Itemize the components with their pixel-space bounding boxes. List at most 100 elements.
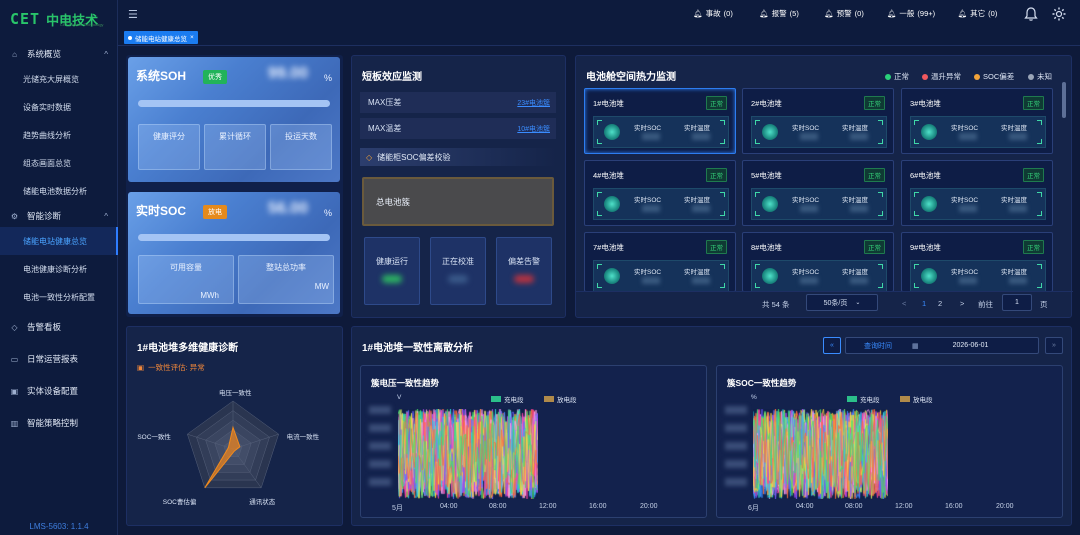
x-tick-label: 20:00 [640, 503, 658, 510]
sidebar-group-strategy-control[interactable]: ▥ 智能策略控制 [0, 407, 118, 439]
soc-value [959, 205, 977, 212]
legend-dot [922, 73, 928, 80]
stat-label: 整站总功率 [266, 263, 306, 272]
soc-value [959, 277, 977, 284]
next-page-button[interactable]: > [960, 299, 964, 308]
page-size-value: 50条/页 [823, 299, 848, 307]
first-date-button[interactable]: « [823, 337, 841, 354]
chevron-up-icon: ^ [104, 211, 108, 221]
corner-mark [755, 139, 760, 144]
temp-label: 实时温度 [1001, 125, 1027, 132]
alarm-alert-button[interactable]: 🔔︎ 报警 (5) [750, 5, 808, 22]
corner-mark [914, 211, 919, 216]
status-label: 正在校准 [442, 257, 474, 266]
scrollbar[interactable] [1062, 82, 1066, 118]
last-date-button[interactable]: » [1045, 337, 1063, 354]
sidebar-item-trend-curve[interactable]: 趋势曲线分析 [0, 121, 118, 149]
status-deviation-alarm: 偏差告警 [496, 237, 552, 305]
sidebar-item-realtime-data[interactable]: 设备实时数据 [0, 93, 118, 121]
legend-dot [1028, 73, 1034, 80]
cell-detail: 实时SOC 实时温度 [593, 188, 729, 220]
soc-value [642, 277, 660, 284]
corner-mark [720, 192, 725, 197]
settings-gear-icon[interactable] [1051, 6, 1067, 25]
tab-station-health[interactable]: 储能电站健康总览 × [124, 31, 198, 44]
page-2-button[interactable]: 2 [938, 299, 942, 308]
goto-label: 前往 [978, 300, 993, 309]
heatmap-cell[interactable]: 3#电池堆 正常 实时SOC 实时温度 [901, 88, 1053, 154]
legend-label: 正常 [894, 72, 909, 81]
battery-icon [921, 268, 937, 284]
corner-mark [597, 283, 602, 288]
soc-unit: % [324, 208, 333, 218]
soc-label: 实时SOC [634, 269, 662, 276]
cell-status-badge: 正常 [706, 96, 727, 110]
page-size-select[interactable]: 50条/页 ⌄ [806, 294, 878, 311]
sidebar-item-battery-analysis[interactable]: 储能电池数据分析 [0, 177, 118, 205]
sidebar-item-station-health[interactable]: 储能电站健康总览 [0, 227, 118, 255]
heatmap-cell[interactable]: 5#电池堆 正常 实时SOC 实时温度 [742, 160, 894, 226]
stat-label: 累计循环 [219, 132, 251, 141]
temp-label: 实时温度 [1001, 197, 1027, 204]
status-label: 健康运行 [376, 257, 408, 266]
x-tick-label: 20:00 [996, 503, 1014, 510]
sidebar-group-label: 系统概览 [27, 49, 62, 59]
sidebar-item-consistency-config[interactable]: 电池一致性分析配置 [0, 283, 118, 311]
heatmap-cell[interactable]: 9#电池堆 正常 实时SOC 实时温度 [901, 232, 1053, 292]
stat-label: 可用容量 [170, 263, 202, 272]
page-jump-input[interactable]: 1 [1002, 294, 1032, 311]
max-voltage-diff-link[interactable]: 23#电池簇 [517, 98, 550, 108]
corner-mark [597, 264, 602, 269]
prev-page-button[interactable]: < [902, 299, 906, 308]
page-1-button[interactable]: 1 [922, 299, 926, 308]
heatmap-cell[interactable]: 2#电池堆 正常 实时SOC 实时温度 [742, 88, 894, 154]
heatmap-panel: 电池舱空间热力监测 正常 温升异常 SOC偏差 未知 1#电池堆 正常 实时SOC 实… [575, 55, 1073, 318]
soc-label: 实时SOC [951, 269, 979, 276]
heatmap-cell[interactable]: 1#电池堆 正常 实时SOC 实时温度 [584, 88, 736, 154]
alarm-warning-button[interactable]: 🔔︎ 预警 (0) [815, 5, 873, 22]
cell-status-badge: 正常 [864, 96, 885, 110]
sidebar-item-screen-overview[interactable]: 光储充大屏概览 [0, 65, 118, 93]
cell-name: 5#电池堆 [751, 171, 782, 180]
alarm-other-button[interactable]: 🔔︎ 其它 (0) [947, 5, 1008, 22]
date-picker[interactable]: 查询时间 ▦ 2026-06-01 [845, 337, 1039, 354]
heatmap-cell[interactable]: 8#电池堆 正常 实时SOC 实时温度 [742, 232, 894, 292]
cell-detail: 实时SOC 实时温度 [751, 260, 887, 292]
alarm-accident-button[interactable]: 🔔︎ 事故 (0) [684, 5, 742, 22]
heatmap-cell[interactable]: 6#电池堆 正常 实时SOC 实时温度 [901, 160, 1053, 226]
sidebar-group-smart-diagnosis[interactable]: ⚙ 智能诊断 ^ [0, 205, 118, 227]
soh-stat-cycles: 累计循环 [204, 124, 266, 170]
radar-panel: 1#电池堆多维健康诊断 ▣ 一致性评估: 异常 电压一致性 电流一致性 通讯状态 SO… [126, 326, 343, 526]
heatmap-cell[interactable]: 7#电池堆 正常 实时SOC 实时温度 [584, 232, 736, 292]
battery-icon [762, 196, 778, 212]
alarm-label: 预警 [836, 9, 852, 18]
soc-check-title: 储能柜SOC偏差校验 [377, 152, 451, 162]
sidebar-group-system-overview[interactable]: ⌂ 系统概览 ^ [0, 43, 118, 65]
y-tick-label [369, 478, 391, 486]
notification-bell-icon[interactable] [1023, 6, 1039, 25]
battery-icon [762, 124, 778, 140]
soc-status-badge: 放电 [203, 205, 227, 219]
battery-icon [921, 196, 937, 212]
cell-name: 4#电池堆 [593, 171, 624, 180]
sidebar-item-battery-health[interactable]: 电池健康诊断分析 [0, 255, 118, 283]
sidebar-group-label: 智能策略控制 [27, 418, 79, 428]
sidebar-group-daily-report[interactable]: ▭ 日常运营报表 [0, 343, 118, 375]
corner-mark [720, 139, 725, 144]
max-temp-diff-link[interactable]: 10#电池簇 [517, 124, 550, 134]
collapse-menu-icon[interactable]: ☰ [128, 8, 138, 21]
logo-subtitle: CET Electric Technology [60, 22, 104, 27]
heatmap-cell[interactable]: 4#电池堆 正常 实时SOC 实时温度 [584, 160, 736, 226]
sidebar-item-config-screen[interactable]: 组态画面总览 [0, 149, 118, 177]
y-tick-label [725, 460, 747, 468]
cell-name: 3#电池堆 [910, 99, 941, 108]
alarm-general-button[interactable]: 🔔︎ 一般 (99+) [881, 5, 941, 22]
close-icon[interactable]: × [190, 34, 194, 41]
sidebar-group-device-config[interactable]: ▣ 实体设备配置 [0, 375, 118, 407]
soc-progress-bar [138, 234, 331, 241]
soh-unit: % [324, 73, 333, 83]
sidebar-group-alarm-board[interactable]: ◇ 告警看板 [0, 311, 118, 343]
soc-stat-power: 整站总功率 MW [238, 255, 334, 304]
x-tick-label: 6月 [748, 505, 759, 512]
soh-progress-bar [138, 100, 331, 107]
